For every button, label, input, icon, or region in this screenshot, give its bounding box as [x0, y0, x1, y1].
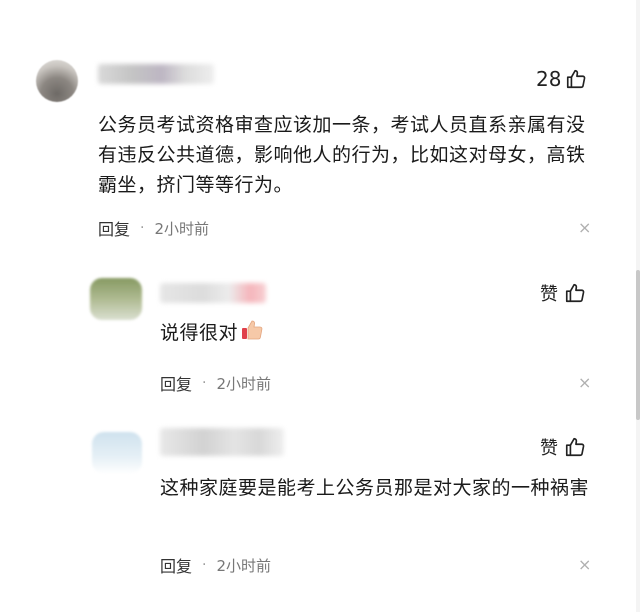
username-blurred[interactable]: [160, 283, 266, 303]
separator: ·: [202, 557, 207, 573]
like-button[interactable]: 赞: [540, 434, 586, 460]
reply-button[interactable]: 回复: [160, 553, 192, 577]
timestamp: 2小时前: [216, 556, 272, 575]
reply-text: 说得很对: [160, 318, 580, 348]
timestamp: 2小时前: [154, 219, 210, 238]
reply-meta: 回复 · 2小时前: [160, 371, 271, 395]
like-label: 赞: [540, 284, 558, 305]
avatar[interactable]: [92, 432, 142, 474]
thumbs-up-icon: [567, 69, 586, 89]
reply-text-content: 说得很对: [160, 322, 239, 344]
username-blurred[interactable]: [98, 64, 214, 84]
username-blurred[interactable]: [160, 428, 284, 456]
reply-meta: 回复 · 2小时前: [160, 553, 271, 577]
scrollbar-thumb[interactable]: [636, 270, 640, 420]
close-icon[interactable]: ×: [578, 218, 591, 237]
thumbs-up-icon: [565, 283, 585, 303]
reply-button[interactable]: 回复: [98, 216, 130, 240]
thumbs-up-emoji: [242, 320, 263, 340]
separator: ·: [202, 375, 207, 391]
close-icon[interactable]: ×: [578, 373, 591, 392]
comment-text: 公务员考试资格审查应该加一条，考试人员直系亲属有没有违反公共道德，影响他人的行为…: [98, 114, 586, 196]
reply-text: 这种家庭要是能考上公务员那是对大家的一种祸害: [160, 477, 590, 499]
like-count: 28: [536, 67, 562, 91]
like-button[interactable]: 赞: [540, 280, 586, 306]
timestamp: 2小时前: [216, 374, 272, 393]
avatar[interactable]: [36, 60, 78, 102]
comment-meta: 回复 · 2小时前: [98, 216, 209, 240]
thumbs-up-icon: [565, 437, 585, 457]
like-label: 赞: [540, 438, 558, 459]
avatar[interactable]: [90, 278, 142, 320]
close-icon[interactable]: ×: [578, 555, 591, 574]
like-button[interactable]: 28: [536, 66, 587, 92]
reply-button[interactable]: 回复: [160, 371, 192, 395]
separator: ·: [140, 220, 145, 236]
